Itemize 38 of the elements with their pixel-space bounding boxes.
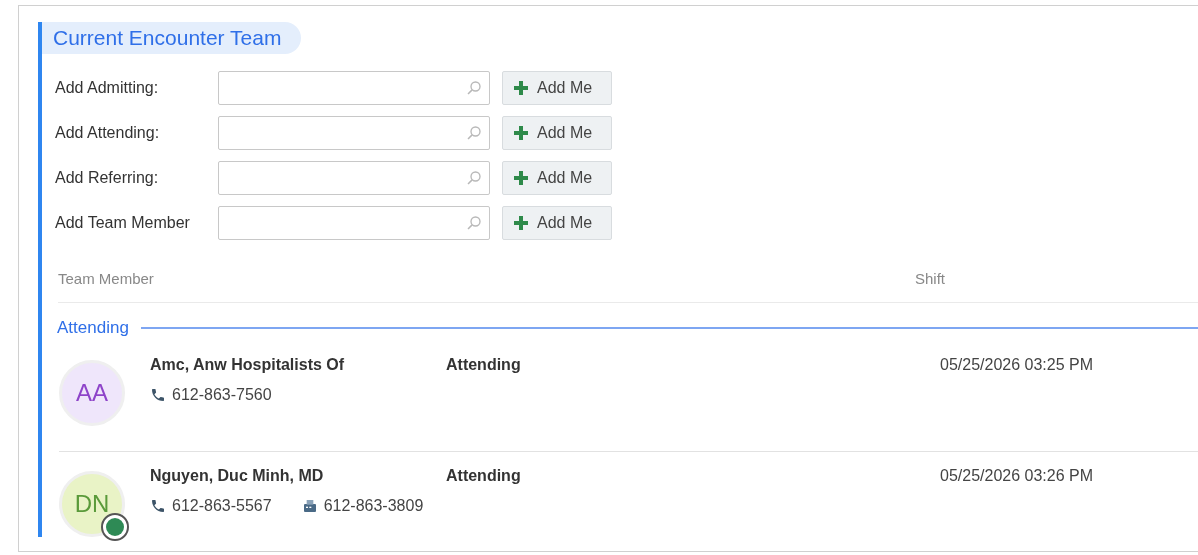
phone-icon [150,386,166,403]
plus-icon [513,169,529,186]
column-header: Shift [915,268,945,289]
plus-icon [513,79,529,96]
search-field[interactable] [218,160,490,195]
contact-number: 612-863-7560 [172,384,272,405]
search-icon [465,168,483,187]
plus-icon [513,124,529,141]
contact-number: 612-863-5567 [172,495,272,516]
field-label: Add Team Member [55,212,191,233]
plus-icon [513,214,529,231]
contact-number: 612-863-3809 [323,495,424,516]
field-label: Add Referring: [55,167,160,188]
column-header: Team Member [58,268,155,289]
avatar: AA [59,359,125,426]
member-role: Attending [446,465,521,486]
fax-icon [301,497,318,514]
field-label: Add Admitting: [55,77,160,98]
add-me-button[interactable]: Add Me [502,70,612,105]
avatar: DN [59,470,125,537]
shift-time: 05/25/2026 03:26 PM [940,465,1093,486]
search-icon [465,213,483,232]
search-icon [465,123,483,142]
member-name: Amc, Anw Hospitalists Of [150,354,346,375]
search-field[interactable] [218,70,490,105]
shift-time: 05/25/2026 03:25 PM [940,354,1093,375]
add-me-button[interactable]: Add Me [502,205,612,240]
add-me-button[interactable]: Add Me [502,115,612,150]
group-title: Attending [57,317,129,339]
phone-icon [150,497,166,514]
search-field[interactable] [218,115,490,150]
section-title: Current Encounter Team [42,22,302,54]
member-role: Attending [446,354,521,375]
add-me-button[interactable]: Add Me [502,160,612,195]
member-name: Nguyen, Duc Minh, MD [150,465,325,486]
field-label: Add Attending: [55,122,161,143]
search-icon [465,78,483,97]
search-field[interactable] [218,205,490,240]
